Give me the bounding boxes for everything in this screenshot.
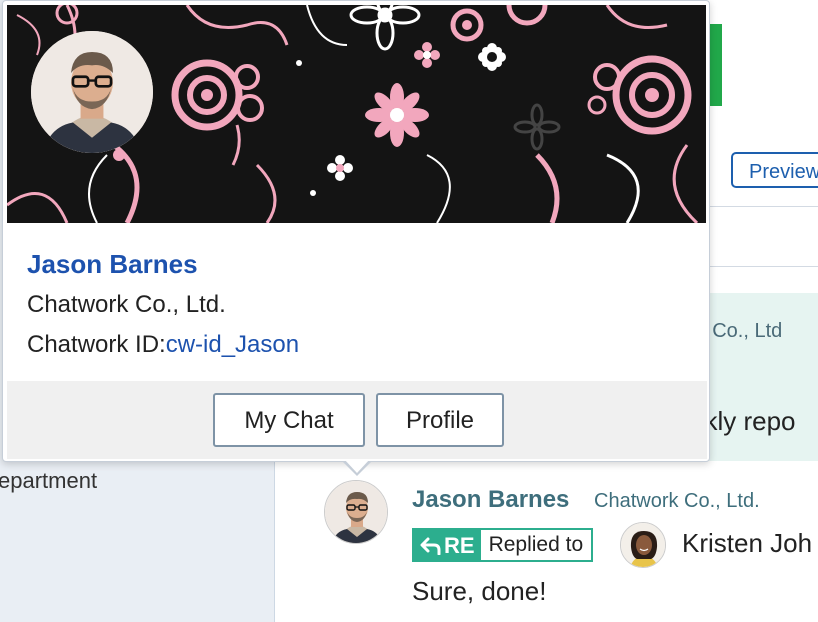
reply-recipient-avatar[interactable] [620,522,666,568]
profile-company: Chatwork Co., Ltd. [27,291,226,318]
profile-button[interactable]: Profile [376,393,504,447]
department-label: epartment [0,468,98,493]
reply-tag[interactable]: RE Replied to [412,528,594,562]
profile-actions: My Chat Profile [7,381,707,459]
divider [700,266,818,267]
replied-to-label: Replied to [488,533,584,556]
status-bar-green [708,24,722,106]
avatar-man-icon [31,31,153,153]
cover-image [7,5,706,223]
re-badge: RE [414,530,481,560]
sender-company: Chatwork Co., Ltd. [594,490,760,512]
my-chat-button[interactable]: My Chat [213,393,365,447]
profile-avatar[interactable] [31,31,153,153]
reply-recipient-name[interactable]: Kristen Joh [682,528,812,559]
profile-name[interactable]: Jason Barnes [27,249,198,280]
re-label: RE [444,533,475,558]
profile-popup: Jason Barnes Chatwork Co., Ltd. Chatwork… [2,0,710,462]
sender-avatar[interactable] [324,480,388,544]
reply-arrow-icon [420,537,441,555]
profile-chatwork-id: Chatwork ID:cw-id_Jason [27,331,299,359]
avatar-man-icon [325,481,387,543]
divider [700,206,818,207]
avatar-woman-icon [621,523,665,567]
message-body: Sure, done! [412,576,547,606]
preview-button[interactable]: Preview [731,152,818,188]
sender-name[interactable]: Jason Barnes [412,486,569,514]
chatwork-id-label: Chatwork ID: [27,331,166,358]
popup-pointer-fill [344,459,370,473]
chatwork-id-value[interactable]: cw-id_Jason [166,331,299,358]
